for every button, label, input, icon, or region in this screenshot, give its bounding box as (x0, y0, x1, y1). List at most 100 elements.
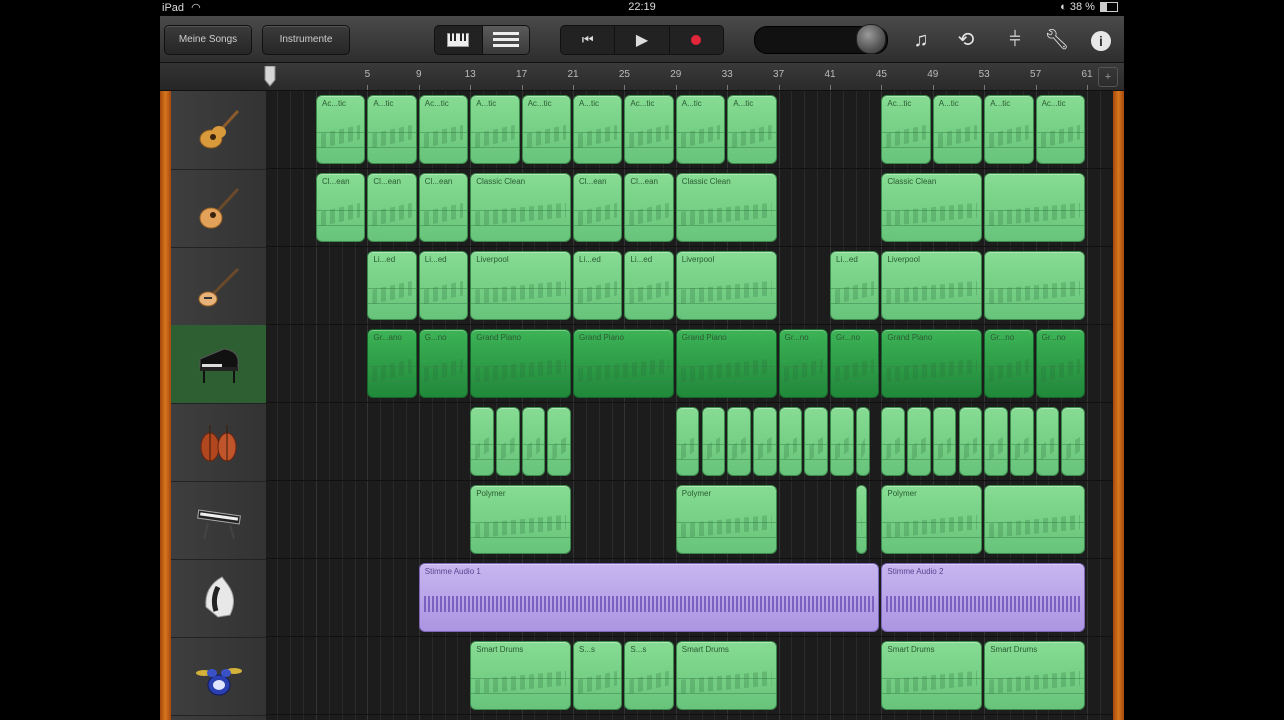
midi-region[interactable] (855, 407, 871, 476)
midi-region[interactable] (495, 407, 520, 476)
playhead[interactable] (264, 66, 276, 88)
midi-region[interactable] (1061, 407, 1085, 476)
timeline-ruler[interactable]: 5 9 13 17 21 25 29 33 37 41 45 49 53 57 61 + (160, 63, 1124, 91)
midi-region[interactable]: Gr...no (984, 329, 1034, 398)
midi-region[interactable]: Liverpool (470, 251, 571, 320)
play-button[interactable]: ▶ (615, 26, 668, 54)
settings-button[interactable]: 🔧︎ (1044, 27, 1070, 53)
midi-region[interactable] (855, 485, 867, 554)
midi-region[interactable]: Smart Drums (984, 641, 1085, 710)
track-keyboard[interactable] (171, 481, 266, 560)
midi-region[interactable]: A...tic (932, 95, 983, 164)
midi-region[interactable]: Grand Piano (881, 329, 983, 398)
midi-region[interactable]: A...tic (727, 95, 777, 164)
add-section-icon[interactable]: + (1098, 67, 1118, 87)
track-grand-piano[interactable] (171, 325, 266, 404)
midi-region[interactable]: Ac...tic (418, 95, 469, 164)
midi-region[interactable] (907, 407, 931, 476)
midi-region[interactable] (984, 173, 1085, 242)
midi-region[interactable]: Ac...tic (881, 95, 931, 164)
loop-browser-button[interactable]: ⟲ (953, 27, 979, 53)
midi-region[interactable]: Ac...tic (624, 95, 674, 164)
midi-region[interactable] (701, 407, 726, 476)
midi-region[interactable] (521, 407, 546, 476)
midi-region[interactable] (470, 407, 494, 476)
instruments-button[interactable]: Instrumente (262, 25, 350, 55)
midi-region[interactable] (984, 485, 1085, 554)
midi-region[interactable]: Grand Piano (675, 329, 777, 398)
midi-region[interactable]: A...tic (984, 95, 1034, 164)
region-name: S...s (630, 645, 647, 654)
midi-region[interactable]: Classic Clean (881, 173, 983, 242)
audio-region[interactable]: Stimme Audio 2 (881, 563, 1085, 632)
midi-region[interactable]: G...no (418, 329, 469, 398)
midi-region[interactable]: Classic Clean (470, 173, 571, 242)
midi-region[interactable]: Li...ed (624, 251, 674, 320)
midi-region[interactable]: Polymer (675, 485, 777, 554)
midi-region[interactable] (804, 407, 828, 476)
rewind-button[interactable]: ⏮ (561, 26, 614, 54)
midi-region[interactable] (727, 407, 751, 476)
midi-region[interactable]: Gr...no (830, 329, 880, 398)
midi-region[interactable]: Li...ed (367, 251, 417, 320)
tracks-view-button[interactable] (482, 26, 529, 54)
midi-region[interactable]: A...tic (573, 95, 623, 164)
midi-region[interactable]: Cl...ean (624, 173, 674, 242)
master-volume-knob[interactable] (856, 24, 886, 54)
midi-region[interactable]: Gr...no (778, 329, 828, 398)
midi-region[interactable]: Ac...tic (521, 95, 571, 164)
midi-region[interactable]: Cl...ean (316, 173, 366, 242)
midi-region[interactable]: Gr...no (1035, 329, 1085, 398)
track-electric-guitar[interactable] (171, 169, 266, 248)
midi-region[interactable] (830, 407, 854, 476)
midi-region[interactable]: Smart Drums (881, 641, 983, 710)
keyboard-view-button[interactable] (435, 26, 482, 54)
track-audio-recorder[interactable] (171, 559, 266, 638)
track-acoustic-guitar[interactable] (171, 91, 266, 170)
midi-region[interactable]: Cl...ean (573, 173, 623, 242)
midi-region[interactable] (1035, 407, 1060, 476)
midi-region[interactable]: Polymer (470, 485, 571, 554)
note-settings-button[interactable]: ♫ (908, 27, 934, 53)
midi-region[interactable]: Smart Drums (470, 641, 571, 710)
midi-region[interactable]: A...tic (470, 95, 520, 164)
track-drums[interactable] (171, 637, 266, 716)
midi-region[interactable]: Classic Clean (675, 173, 777, 242)
midi-region[interactable]: Cl...ean (367, 173, 417, 242)
midi-region[interactable] (547, 407, 571, 476)
midi-region[interactable]: Liverpool (881, 251, 983, 320)
midi-region[interactable]: Grand Piano (573, 329, 674, 398)
my-songs-button[interactable]: Meine Songs (164, 25, 252, 55)
midi-region[interactable] (752, 407, 777, 476)
midi-region[interactable]: Cl...ean (418, 173, 469, 242)
record-button[interactable] (670, 26, 723, 54)
midi-region[interactable]: Grand Piano (470, 329, 571, 398)
midi-region[interactable] (958, 407, 983, 476)
track-bass[interactable] (171, 247, 266, 326)
help-button[interactable]: i (1088, 27, 1114, 53)
midi-region[interactable]: A...tic (367, 95, 417, 164)
midi-region[interactable]: Ac...tic (316, 95, 366, 164)
midi-region[interactable] (881, 407, 906, 476)
midi-region[interactable]: S...s (624, 641, 674, 710)
midi-region[interactable] (1009, 407, 1034, 476)
mixer-button[interactable]: ⫩ (1002, 27, 1028, 53)
midi-region[interactable]: S...s (573, 641, 623, 710)
audio-region[interactable]: Stimme Audio 1 (418, 563, 880, 632)
midi-region[interactable] (984, 407, 1008, 476)
midi-region[interactable]: Ac...tic (1035, 95, 1085, 164)
midi-region[interactable]: Gr...ano (367, 329, 417, 398)
midi-region[interactable]: Smart Drums (675, 641, 777, 710)
midi-region[interactable]: Li...ed (573, 251, 623, 320)
ruler-tick-label: 9 (416, 69, 422, 80)
midi-region[interactable]: Polymer (881, 485, 983, 554)
track-strings[interactable] (171, 403, 266, 482)
midi-region[interactable] (932, 407, 957, 476)
midi-region[interactable] (675, 407, 700, 476)
midi-region[interactable] (984, 251, 1085, 320)
midi-region[interactable]: Li...ed (830, 251, 880, 320)
midi-region[interactable]: Liverpool (675, 251, 777, 320)
midi-region[interactable]: Li...ed (418, 251, 469, 320)
midi-region[interactable]: A...tic (675, 95, 726, 164)
midi-region[interactable] (778, 407, 803, 476)
